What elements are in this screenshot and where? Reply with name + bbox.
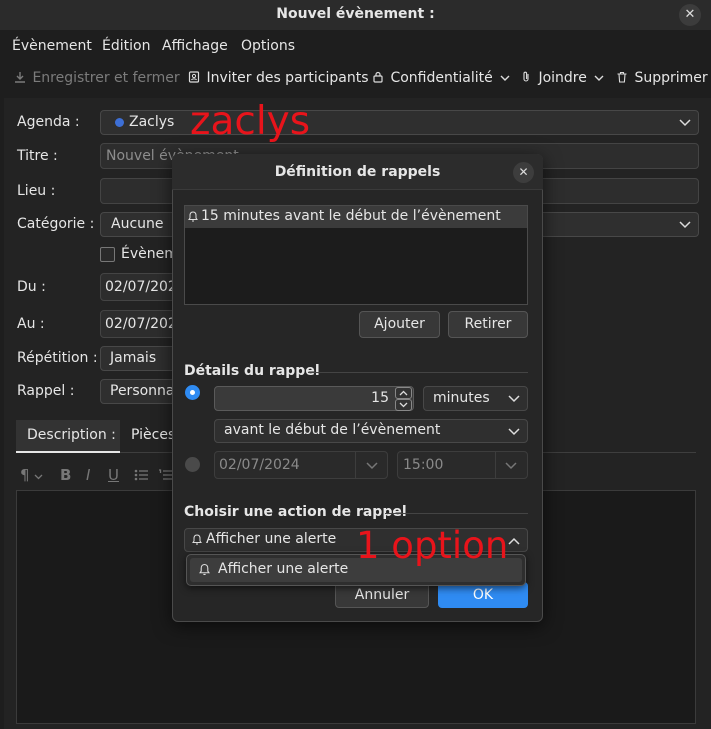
dialog-close-button[interactable]: ✕: [513, 162, 534, 183]
all-day-checkbox[interactable]: [100, 247, 115, 262]
chevron-down-icon: [508, 395, 520, 403]
paperclip-icon: [523, 71, 529, 82]
tab-attachments[interactable]: Pièces: [131, 427, 175, 443]
save-and-close-label: Enregistrer et fermer: [32, 70, 180, 86]
dialog-title: Définition de rappels: [274, 164, 441, 180]
absolute-time-value: 15:00: [403, 457, 444, 473]
from-label: Du :: [17, 279, 46, 295]
underline-icon[interactable]: U: [108, 466, 119, 484]
add-reminder-button[interactable]: Ajouter: [359, 311, 440, 338]
menu-evenement[interactable]: Évènement: [12, 38, 92, 54]
bell-icon: [188, 211, 198, 222]
relation-select[interactable]: avant le début de l’évènement: [214, 419, 528, 443]
increment-button[interactable]: [395, 387, 412, 399]
repeat-label: Répétition :: [17, 350, 98, 366]
bell-icon: [199, 563, 210, 575]
title-label: Titre :: [17, 148, 58, 164]
cancel-label: Annuler: [354, 587, 410, 603]
tab-description[interactable]: Description :: [16, 420, 120, 453]
date-picker-divider: [355, 452, 356, 478]
attach-button[interactable]: Joindre: [520, 70, 604, 86]
bold-icon[interactable]: B: [60, 466, 71, 484]
annotation-zaclys: zaclys: [190, 99, 311, 144]
privacy-label: Confidentialité: [390, 70, 493, 86]
lock-icon: [373, 71, 383, 83]
agenda-value: Zaclys: [129, 114, 175, 130]
attach-label: Joindre: [538, 70, 587, 86]
chevron-down-icon: [34, 474, 43, 480]
reminder-list-item[interactable]: 15 minutes avant le début de l’évènement: [185, 206, 527, 228]
absolute-date-picker[interactable]: 02/07/2024: [214, 451, 388, 479]
action-separator: [385, 513, 528, 514]
reminder-value: Personna: [110, 383, 175, 399]
absolute-radio[interactable]: [185, 457, 200, 472]
annotation-one-option: 1 option: [356, 524, 509, 567]
address-book-icon: [188, 71, 200, 83]
window-close-button[interactable]: ✕: [679, 4, 701, 26]
menu-affichage[interactable]: Affichage: [162, 38, 228, 54]
reminder-label: Rappel :: [17, 383, 75, 399]
menu-edition[interactable]: Édition: [102, 38, 150, 54]
trash-icon: [617, 71, 627, 83]
action-section-title: Choisir une action de rappel: [184, 504, 407, 520]
delete-label: Supprimer: [634, 70, 708, 86]
italic-icon[interactable]: I: [86, 466, 90, 484]
chevron-down-icon: [679, 119, 691, 127]
menubar: Évènement Édition Affichage Options: [0, 34, 711, 60]
to-label: Au :: [17, 316, 45, 332]
absolute-time-picker[interactable]: 15:00: [397, 451, 528, 479]
privacy-button[interactable]: Confidentialité: [372, 70, 510, 86]
window-titlebar: Nouvel évènement :: [0, 0, 711, 30]
bullet-list-icon[interactable]: [134, 469, 148, 481]
calendar-color-dot: [115, 118, 124, 127]
numbered-list-icon[interactable]: [158, 469, 172, 481]
category-value: Aucune: [111, 216, 164, 232]
chevron-down-icon: [505, 462, 517, 470]
invite-attendees-button[interactable]: Inviter des participants: [188, 70, 369, 86]
action-value: Afficher une alerte: [206, 531, 337, 547]
decrement-button[interactable]: [395, 399, 412, 411]
invite-attendees-label: Inviter des participants: [206, 70, 369, 86]
category-label: Catégorie :: [17, 216, 95, 232]
amount-spinbox[interactable]: 15: [214, 386, 414, 411]
remove-reminder-label: Retirer: [464, 316, 512, 332]
reminder-list-item-label: 15 minutes avant le début de l’évènement: [201, 208, 501, 224]
menu-options[interactable]: Options: [241, 38, 295, 54]
chevron-down-icon: [366, 462, 378, 470]
details-section-title: Détails du rappel: [184, 363, 320, 379]
action-option-label: Afficher une alerte: [218, 561, 349, 577]
download-icon: [15, 72, 25, 83]
format-toolbar: ¶ B I U: [20, 466, 180, 486]
delete-button[interactable]: Supprimer: [616, 70, 708, 86]
time-picker-divider: [495, 452, 496, 478]
absolute-date-value: 02/07/2024: [219, 457, 300, 473]
window-title: Nouvel évènement :: [276, 6, 435, 22]
relative-radio[interactable]: [185, 385, 200, 400]
toolbar: Enregistrer et fermer Inviter des partic…: [0, 64, 711, 94]
agenda-label: Agenda :: [17, 114, 80, 130]
bell-icon: [192, 534, 202, 545]
amount-value: 15: [371, 390, 389, 406]
chevron-down-icon: [679, 221, 691, 229]
repeat-value: Jamais: [110, 350, 157, 366]
chevron-up-icon: [399, 390, 408, 396]
chevron-down-icon: [399, 402, 408, 408]
paragraph-icon[interactable]: ¶: [20, 466, 30, 484]
save-and-close-button[interactable]: Enregistrer et fermer: [14, 70, 180, 86]
remove-reminder-button[interactable]: Retirer: [448, 311, 528, 338]
unit-value: minutes: [433, 390, 490, 406]
ok-label: OK: [472, 587, 494, 603]
relation-value: avant le début de l’évènement: [224, 422, 441, 438]
unit-select[interactable]: minutes: [423, 386, 528, 411]
chevron-down-icon: [594, 75, 604, 81]
details-separator: [308, 372, 528, 373]
location-label: Lieu :: [17, 183, 56, 199]
tab-description-label: Description :: [27, 427, 116, 443]
chevron-down-icon: [508, 428, 520, 436]
chevron-up-icon: [508, 537, 520, 545]
chevron-down-icon: [500, 75, 510, 81]
add-reminder-label: Ajouter: [374, 316, 425, 332]
